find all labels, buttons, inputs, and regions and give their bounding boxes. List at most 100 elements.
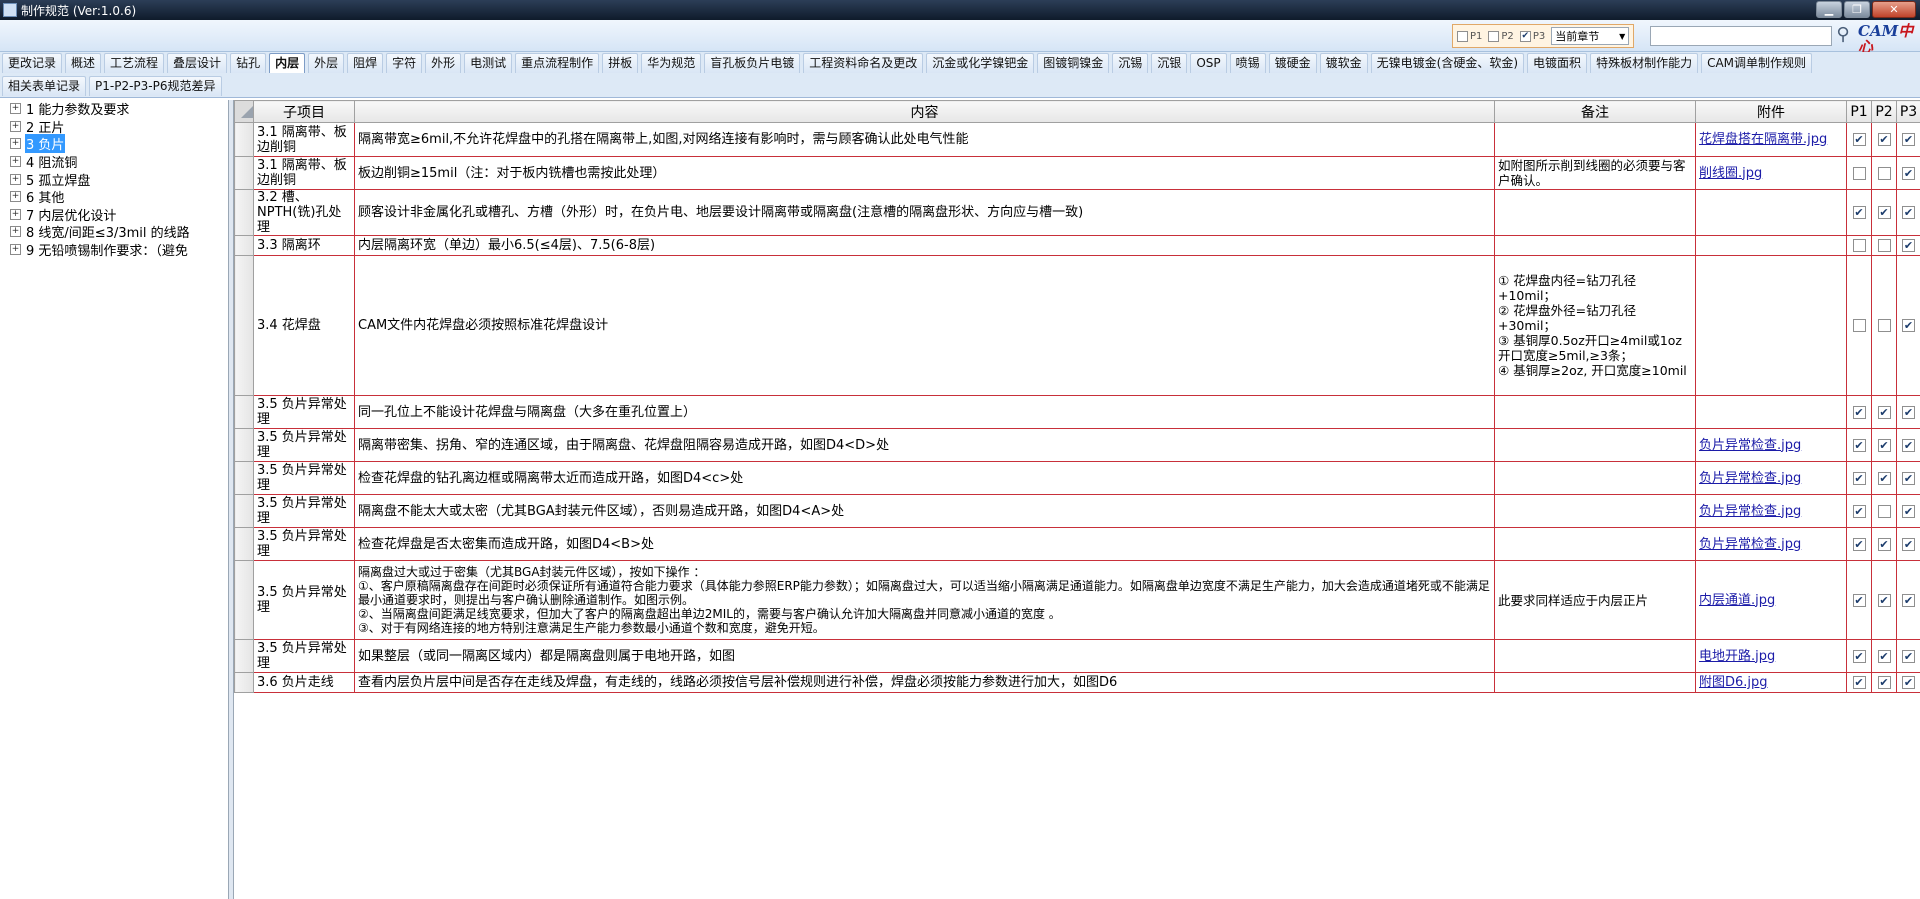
filter-p2[interactable]: P2 bbox=[1488, 30, 1514, 42]
p1-checkbox[interactable]: ✔ bbox=[1852, 649, 1866, 663]
table-row[interactable]: 3.4 花焊盘 CAM文件内花焊盘必须按照标准花焊盘设计 ① 花焊盘内径=钻刀孔径+… bbox=[234, 255, 1920, 396]
p1-checkbox[interactable]: ✔ bbox=[1852, 133, 1866, 146]
attachment-link[interactable]: 削线圈.jpg bbox=[1695, 156, 1847, 190]
p1-checkbox[interactable]: ✔ bbox=[1852, 405, 1866, 419]
minimize-button[interactable]: ▁ bbox=[1816, 1, 1842, 18]
filter-p3[interactable]: ✔ P3 bbox=[1519, 30, 1545, 42]
tab-row1-11[interactable]: 重点流程制作 bbox=[515, 53, 600, 73]
p1-checkbox[interactable]: ✔ bbox=[1852, 206, 1866, 219]
select-all-corner[interactable] bbox=[234, 100, 254, 123]
tab-row1-23[interactable]: 镀软金 bbox=[1319, 53, 1368, 73]
table-row[interactable]: 3.2 槽、NPTH(铣)孔处理 顾客设计非金属化孔或槽孔、方槽（外形）时，在负片… bbox=[234, 189, 1920, 236]
header-p3[interactable]: P3 bbox=[1896, 100, 1920, 123]
p3-checkbox[interactable]: ✔ bbox=[1902, 537, 1915, 551]
p1-checkbox[interactable] bbox=[1852, 239, 1866, 252]
p1-checkbox[interactable]: ✔ bbox=[1852, 471, 1866, 485]
row-header[interactable] bbox=[234, 156, 254, 190]
expand-plus-icon[interactable]: + bbox=[10, 156, 21, 168]
row-header[interactable] bbox=[234, 672, 254, 693]
p1-checkbox[interactable] bbox=[1852, 166, 1866, 180]
row-header[interactable] bbox=[234, 235, 254, 256]
tab-row2-1[interactable]: P1-P2-P3-P6规范差异 bbox=[89, 76, 222, 96]
p2-checkbox[interactable]: ✔ bbox=[1877, 438, 1891, 452]
p3-checkbox[interactable]: ✔ bbox=[1902, 593, 1915, 607]
row-header[interactable] bbox=[234, 461, 254, 495]
tab-row1-20[interactable]: OSP bbox=[1190, 53, 1227, 73]
p3-checkbox[interactable]: ✔ bbox=[1902, 319, 1915, 332]
tab-row1-2[interactable]: 工艺流程 bbox=[104, 53, 165, 73]
p2-checkbox[interactable] bbox=[1877, 166, 1891, 180]
tab-row1-5[interactable]: 内层 bbox=[269, 53, 306, 73]
tab-row1-22[interactable]: 镀硬金 bbox=[1268, 53, 1317, 73]
p1-checkbox[interactable]: ✔ bbox=[1852, 504, 1866, 518]
close-button[interactable]: ✕ bbox=[1872, 1, 1916, 18]
maximize-button[interactable]: ❐ bbox=[1844, 1, 1870, 18]
tree-item[interactable]: +3 负片 bbox=[0, 134, 228, 154]
attachment-link[interactable]: 花焊盘搭在隔离带.jpg bbox=[1695, 122, 1847, 157]
chapter-select[interactable]: 当前章节 ▼ bbox=[1551, 27, 1630, 45]
header-subitem[interactable]: 子项目 bbox=[253, 100, 355, 123]
p1-checkbox[interactable]: ✔ bbox=[1852, 593, 1866, 607]
row-header[interactable] bbox=[234, 639, 254, 673]
attachment-link[interactable]: 负片异常检查.jpg bbox=[1695, 461, 1847, 495]
expand-plus-icon[interactable]: + bbox=[10, 208, 21, 220]
tree-item[interactable]: +7 内层优化设计 bbox=[0, 206, 228, 224]
filter-p1-checkbox[interactable] bbox=[1457, 30, 1468, 42]
header-content[interactable]: 内容 bbox=[354, 100, 1495, 123]
tree-item[interactable]: +4 阻流铜 bbox=[0, 153, 228, 171]
attachment-link[interactable]: 内层通道.jpg bbox=[1695, 560, 1847, 640]
attachment-link[interactable]: 附图D6.jpg bbox=[1695, 672, 1847, 693]
tab-row1-26[interactable]: 特殊板材制作能力 bbox=[1590, 53, 1699, 73]
p3-checkbox[interactable]: ✔ bbox=[1902, 438, 1915, 452]
tab-row1-9[interactable]: 外形 bbox=[425, 53, 462, 73]
expand-plus-icon[interactable]: + bbox=[10, 244, 21, 256]
tab-row1-27[interactable]: CAM调单制作规则 bbox=[1701, 53, 1813, 73]
tab-row1-17[interactable]: 图镀铜镍金 bbox=[1037, 53, 1110, 73]
tab-row1-18[interactable]: 沉锡 bbox=[1112, 53, 1149, 73]
p2-checkbox[interactable] bbox=[1877, 504, 1891, 518]
row-header[interactable] bbox=[234, 189, 254, 236]
tree-item[interactable]: +1 能力参数及要求 bbox=[0, 100, 228, 118]
p3-checkbox[interactable]: ✔ bbox=[1902, 471, 1915, 485]
table-row[interactable]: 3.1 隔离带、板边削铜 隔离带宽≥6mil,不允许花焊盘中的孔搭在隔离带上,如图… bbox=[234, 122, 1920, 157]
p2-checkbox[interactable]: ✔ bbox=[1877, 676, 1891, 689]
table-row[interactable]: 3.5 负片异常处理 检查花焊盘的钻孔离边框或隔离带太近而造成开路，如图D4<c>… bbox=[234, 461, 1920, 495]
p2-checkbox[interactable]: ✔ bbox=[1877, 133, 1891, 146]
table-row[interactable]: 3.5 负片异常处理 隔离带密集、拐角、窄的连通区域，由于隔离盘、花焊盘阻隔容易造… bbox=[234, 428, 1920, 462]
p3-checkbox[interactable]: ✔ bbox=[1902, 405, 1915, 419]
p2-checkbox[interactable] bbox=[1877, 239, 1891, 252]
expand-plus-icon[interactable]: + bbox=[10, 173, 21, 185]
filter-p1[interactable]: P1 bbox=[1457, 30, 1482, 42]
p3-checkbox[interactable]: ✔ bbox=[1902, 649, 1915, 663]
tab-row1-7[interactable]: 阻焊 bbox=[347, 53, 384, 73]
attachment-link[interactable]: 负片异常检查.jpg bbox=[1695, 428, 1847, 462]
table-row[interactable]: 3.5 负片异常处理 同一孔位上不能设计花焊盘与隔离盘（大多在重孔位置上） ✔ ✔ ✔ bbox=[234, 395, 1920, 429]
tab-row1-4[interactable]: 钻孔 bbox=[230, 53, 267, 73]
tab-row1-25[interactable]: 电镀面积 bbox=[1527, 53, 1588, 73]
table-row[interactable]: 3.5 负片异常处理 如果整层（或同一隔离区域内）都是隔离盘则属于电地开路，如图 电… bbox=[234, 639, 1920, 673]
tab-row1-14[interactable]: 盲孔板负片电镀 bbox=[704, 53, 801, 73]
p2-checkbox[interactable]: ✔ bbox=[1877, 649, 1891, 663]
tree-item[interactable]: +9 无铅喷锡制作要求：（避免 bbox=[0, 241, 228, 259]
p2-checkbox[interactable]: ✔ bbox=[1877, 405, 1891, 419]
tab-row1-21[interactable]: 喷锡 bbox=[1229, 53, 1266, 73]
expand-plus-icon[interactable]: + bbox=[10, 138, 21, 150]
header-notes[interactable]: 备注 bbox=[1494, 100, 1696, 123]
p1-checkbox[interactable]: ✔ bbox=[1852, 676, 1866, 689]
p1-checkbox[interactable]: ✔ bbox=[1852, 537, 1866, 551]
table-row[interactable]: 3.1 隔离带、板边削铜 板边削铜≥15mil（注：对于板内铣槽也需按此处理） 如附… bbox=[234, 156, 1920, 190]
attachment-link[interactable]: 负片异常检查.jpg bbox=[1695, 494, 1847, 528]
p3-checkbox[interactable]: ✔ bbox=[1902, 206, 1915, 219]
tab-row1-0[interactable]: 更改记录 bbox=[2, 53, 63, 73]
tab-row1-6[interactable]: 外层 bbox=[308, 53, 345, 73]
tab-row1-1[interactable]: 概述 bbox=[65, 53, 102, 73]
tree-item[interactable]: +8 线宽/间距≤3/3mil 的线路 bbox=[0, 223, 228, 241]
tree-item[interactable]: +2 正片 bbox=[0, 118, 228, 136]
header-p2[interactable]: P2 bbox=[1871, 100, 1897, 123]
tab-row1-16[interactable]: 沉金或化学镍钯金 bbox=[926, 53, 1035, 73]
p3-checkbox[interactable]: ✔ bbox=[1902, 133, 1915, 146]
table-row[interactable]: 3.3 隔离环 内层隔离环宽（单边）最小6.5(≤4层)、7.5(6-8层) ✔ bbox=[234, 235, 1920, 256]
row-header[interactable] bbox=[234, 527, 254, 561]
expand-plus-icon[interactable]: + bbox=[10, 103, 21, 115]
search-input[interactable] bbox=[1650, 26, 1832, 46]
